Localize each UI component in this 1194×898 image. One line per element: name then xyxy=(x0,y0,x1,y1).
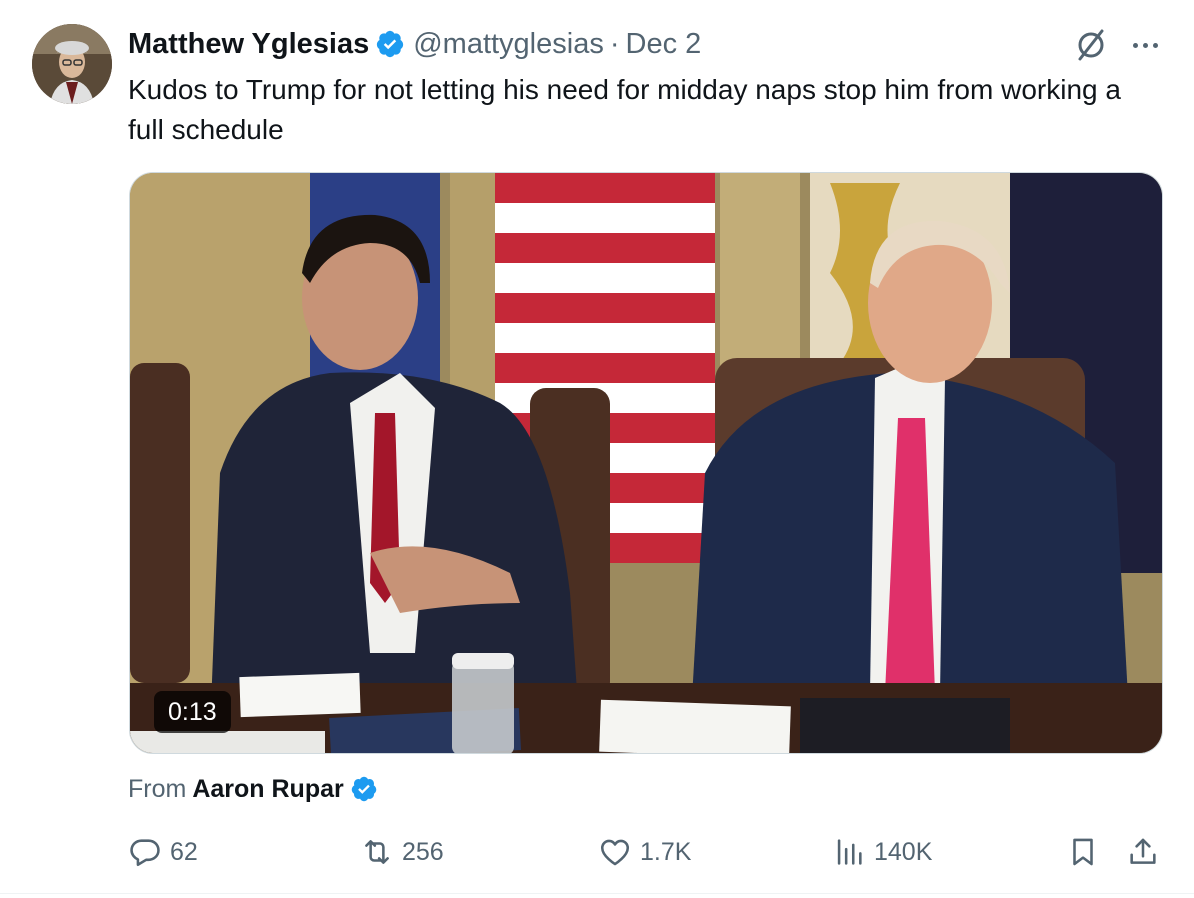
like-button[interactable]: 1.7K xyxy=(598,832,691,872)
action-bar: 62 256 1.7K 140K xyxy=(128,832,1168,872)
divider xyxy=(0,893,1194,894)
repost-button[interactable]: 256 xyxy=(360,832,444,872)
more-dot xyxy=(1152,42,1158,48)
attribution-name[interactable]: Aaron Rupar xyxy=(192,775,343,804)
attribution-label: From xyxy=(128,774,187,803)
tweet-date[interactable]: Dec 2 xyxy=(626,28,702,61)
views-count: 140K xyxy=(874,837,933,866)
reply-count: 62 xyxy=(170,837,198,866)
tweet-header: Matthew Yglesias @mattyglesias · Dec 2 xyxy=(128,24,701,64)
video-attribution: From Aaron Rupar xyxy=(128,770,378,808)
repost-count: 256 xyxy=(402,837,444,866)
grok-icon[interactable] xyxy=(1072,26,1110,64)
avatar[interactable] xyxy=(32,24,112,104)
like-count: 1.7K xyxy=(640,837,692,866)
repost-icon xyxy=(360,835,394,869)
reply-icon xyxy=(128,835,162,869)
tweet-text: Kudos to Trump for not letting his need … xyxy=(128,74,1121,145)
author-handle[interactable]: @mattyglesias xyxy=(413,28,604,61)
verified-badge-icon xyxy=(350,775,378,803)
share-button[interactable] xyxy=(1126,832,1160,872)
more-icon[interactable] xyxy=(1128,30,1162,60)
views-icon xyxy=(832,835,866,869)
verified-badge-icon xyxy=(375,29,405,59)
bookmark-button[interactable] xyxy=(1066,832,1100,872)
more-dot xyxy=(1142,42,1148,48)
tweet: Matthew Yglesias @mattyglesias · Dec 2 K… xyxy=(0,0,1194,898)
heart-icon xyxy=(598,835,632,869)
separator-dot: · xyxy=(609,27,620,60)
author-display-name[interactable]: Matthew Yglesias xyxy=(128,28,369,61)
more-dot xyxy=(1132,42,1138,48)
share-icon xyxy=(1126,835,1160,869)
video-timestamp: 0:13 xyxy=(154,691,231,733)
video-frame xyxy=(130,173,1162,753)
bookmark-icon xyxy=(1066,835,1100,869)
reply-button[interactable]: 62 xyxy=(128,832,198,872)
views-button[interactable]: 140K xyxy=(832,832,932,872)
video-player[interactable]: 0:13 xyxy=(129,172,1163,754)
